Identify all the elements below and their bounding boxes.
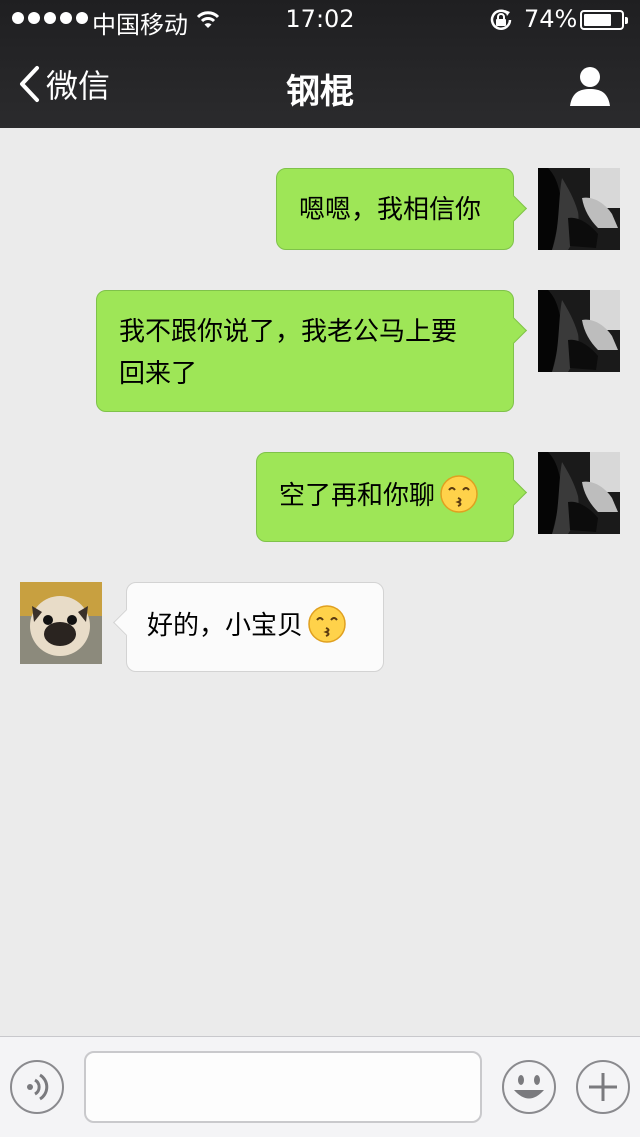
battery-icon xyxy=(580,10,628,30)
message-text-line: 回来了 xyxy=(119,359,198,389)
kissing-face-icon xyxy=(308,604,346,643)
my-avatar[interactable] xyxy=(538,452,620,534)
voice-icon xyxy=(10,1060,64,1114)
plus-icon xyxy=(576,1060,630,1114)
message-text: 好的，小宝贝 xyxy=(147,611,304,641)
battery-level xyxy=(584,14,611,26)
message-text-line: 我不跟你说了，我老公马上要 xyxy=(119,317,458,347)
voice-button[interactable] xyxy=(9,1059,65,1115)
chat-area: 嗯嗯，我相信你 我不跟你说了，我老公马上要 回来了 空了再和你聊 好的，小宝贝 xyxy=(0,128,640,1036)
status-bar: 中国移动 17:02 74% xyxy=(0,0,640,40)
message-bubble[interactable]: 我不跟你说了，我老公马上要 回来了 xyxy=(96,290,527,412)
person-icon xyxy=(570,67,610,106)
nav-bar: 微信 钢棍 xyxy=(0,40,640,128)
contact-avatar[interactable] xyxy=(20,582,102,664)
smiley-icon xyxy=(502,1060,556,1114)
message-bubble[interactable]: 空了再和你聊 xyxy=(256,452,527,542)
my-avatar[interactable] xyxy=(538,290,620,372)
message-input[interactable] xyxy=(84,1051,482,1123)
rotation-lock-icon xyxy=(488,8,514,38)
message-text: 空了再和你聊 xyxy=(279,481,436,511)
message-text: 嗯嗯，我相信你 xyxy=(299,195,482,225)
kissing-face-icon xyxy=(440,474,478,513)
message-bubble[interactable]: 嗯嗯，我相信你 xyxy=(276,168,527,250)
emoji-button[interactable] xyxy=(501,1059,557,1115)
message-bubble[interactable]: 好的，小宝贝 xyxy=(113,582,384,672)
chat-title: 钢棍 xyxy=(286,72,354,112)
my-avatar[interactable] xyxy=(538,168,620,250)
more-button[interactable] xyxy=(575,1059,631,1115)
profile-button[interactable] xyxy=(568,64,612,108)
header: 中国移动 17:02 74% 微信 钢棍 xyxy=(0,0,640,128)
battery-percent: 74% xyxy=(524,5,578,33)
input-bar xyxy=(0,1036,640,1137)
